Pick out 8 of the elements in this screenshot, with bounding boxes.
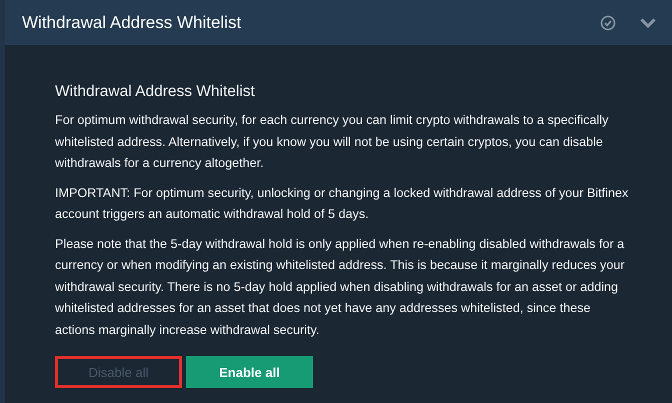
chevron-down-icon[interactable] [640,16,656,28]
paragraph: IMPORTANT: For optimum security, unlocking or changing a locked withdrawal address of your Bitfinex account triggers an automatic withdrawal hold of 5 days. [55,184,630,223]
panel-header[interactable]: Withdrawal Address Whitelist [5,0,672,46]
paragraph: For optimum withdrawal security, for each currency you can limit crypto withdrawals to a specifically whitelisted address. Alternatively, if you know you will not be using certain cryptos, you can disable withdrawals for a currency altogether. [55,112,610,172]
section-title: Withdrawal Address Whitelist [55,83,256,101]
panel-title: Withdrawal Address Whitelist [22,12,242,32]
paragraph: Please note that the 5-day withdrawal hold is only applied when re-enabling disabled withdrawals for a currency or when modifying an existing whitelisted address. This is because it marginally reduces your withdrawal security. There is no 5-day hold applied when disabling withdrawals for an asset or adding whitelisted addresses for an asset that does not yet have any addresses whitelisted, since these actions marginally increase withdrawal security. [55,236,626,339]
enable-button[interactable]: Enable all [186,356,313,388]
